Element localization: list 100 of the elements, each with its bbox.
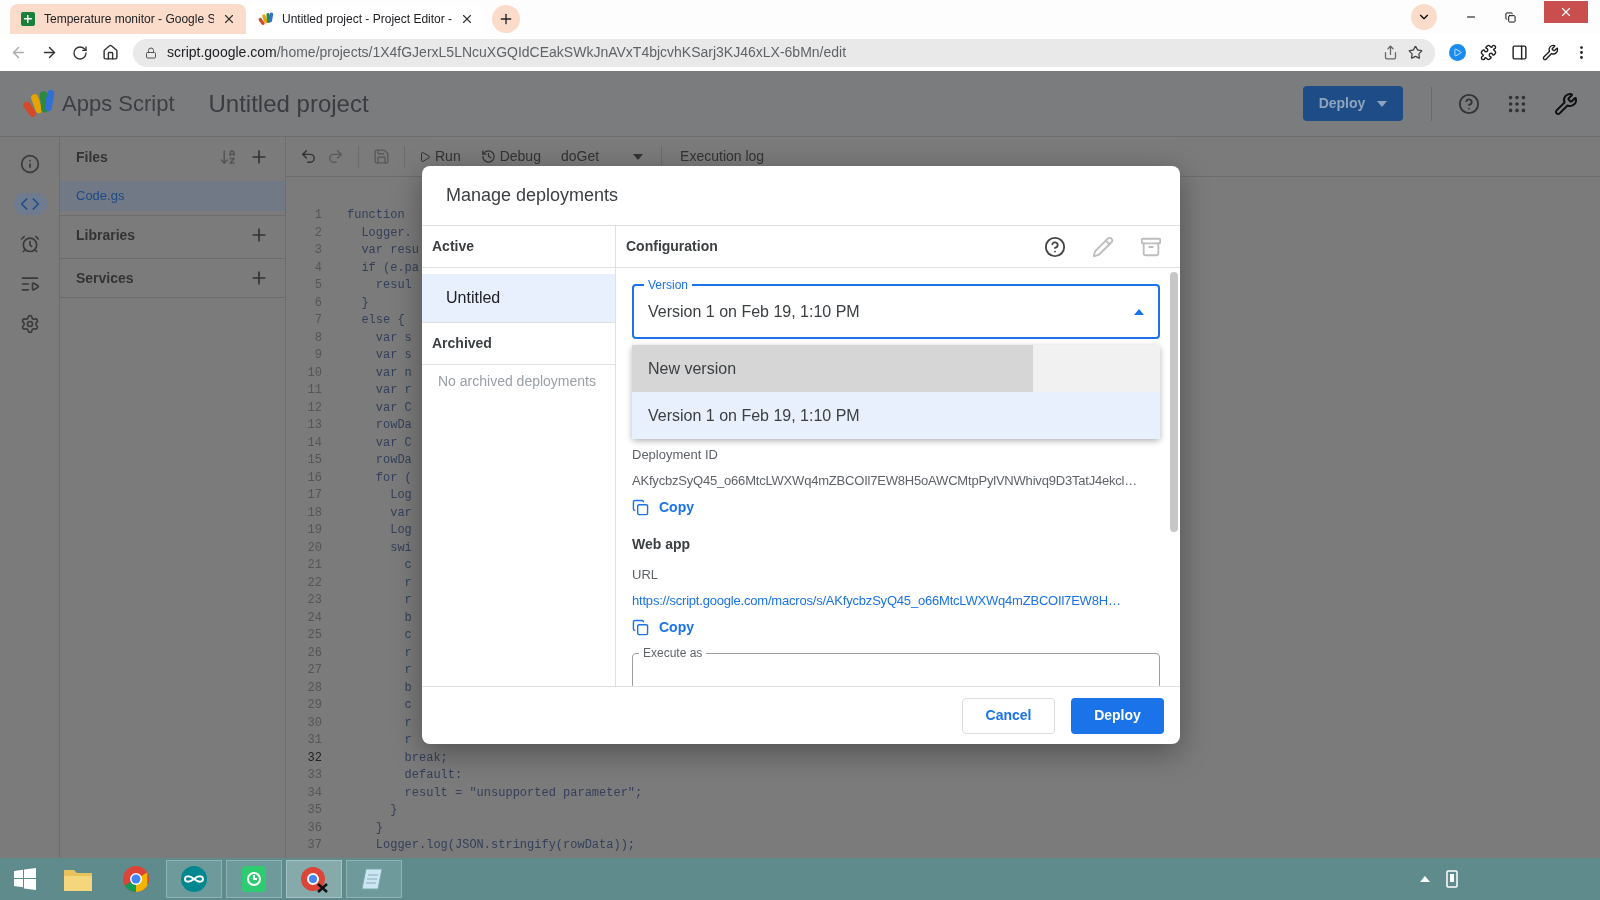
code-line: function [347,207,405,224]
close-window-button[interactable] [1544,1,1588,23]
caret-up-icon[interactable] [1420,876,1430,882]
section-title: Web app [632,535,692,553]
extension-icon[interactable] [1449,44,1466,61]
deployment-item[interactable]: Untitled [422,274,615,323]
debug-button[interactable]: Debug [480,146,541,167]
execution-log-button[interactable]: Execution log [680,146,765,167]
device-icon[interactable] [1444,870,1460,888]
code-line: Log [389,522,412,539]
caret-icon [1377,100,1388,107]
tab-search-button[interactable] [1411,4,1437,30]
copy-button[interactable]: Copy [632,617,694,637]
play-icon [1453,48,1462,57]
copy-icon [632,498,649,516]
reload-icon[interactable] [72,44,88,61]
code-line: else { [360,312,405,329]
code-line: } [360,294,369,312]
code-line: break; [403,749,448,767]
help-icon[interactable] [1044,235,1066,258]
spreadsheet-icon [20,11,36,27]
debug-icon [480,149,496,164]
side-panel-icon[interactable] [1511,44,1528,61]
back-icon[interactable] [10,44,27,61]
section-title: Libraries [76,225,137,245]
close-icon [1559,5,1573,19]
code-line: } [389,802,398,819]
puzzle-icon[interactable] [1480,44,1497,61]
caret-up-icon [1134,308,1144,315]
scrollbar-thumb[interactable] [1170,272,1178,532]
info-icon[interactable] [19,154,40,174]
clock-app-icon[interactable] [241,865,267,893]
execute-as-field[interactable]: Execute as [632,645,1160,686]
copy-icon [632,618,649,636]
browser-tab[interactable]: Temperature monitor - Google S [10,4,246,34]
web-app-link[interactable]: https://script.google.com/macros/s/AKfycbzSyQ45_o66MtcLWXWq4mZBCOIl7EW8H… [632,593,1160,609]
share-icon[interactable] [1383,45,1398,60]
code-line: for ( [374,469,412,487]
project-title[interactable]: Untitled project [208,85,369,122]
field-label: Execute as [642,645,704,661]
code-line: var s [374,347,412,364]
code-line: c [403,697,412,714]
windows-logo-icon[interactable] [13,867,37,891]
empty-message: No archived deployments [437,372,597,391]
address-bar[interactable]: script.google.com/home/projects/1X4fGJerxL5LNcuXGQIdCEakSWkJnAVxT4bjcvhKSarj3KJ46xLX-6bMn/edit [133,38,1435,67]
code-line: b [403,609,412,627]
close-icon[interactable] [222,12,236,26]
column-heading: Configuration [626,237,719,256]
dropdown-option[interactable]: Version 1 on Feb 19, 1:10 PM [632,392,1160,439]
star-icon[interactable] [1408,45,1423,60]
code-line: resul [374,277,412,294]
code-line: Logger.log(JSON.stringify(rowData)); [374,837,636,854]
chrome-icon[interactable] [299,865,329,893]
play-icon [419,150,431,163]
new-tab-button[interactable] [492,5,520,33]
deployment-id: AKfycbzSyQ45_o66MtcLWXWq4mZBCOIl7EW8H5oAWCMtpPylVNWhivq9D3TatJ4ekcl… [632,473,1139,489]
close-icon[interactable] [460,12,474,26]
code-line: var C [374,434,412,452]
restore-icon[interactable] [1505,11,1516,23]
dialog-title: Manage deployments [446,184,619,207]
deploy-button[interactable]: Deploy [1071,697,1164,734]
caret-icon [633,153,644,160]
sort-icon[interactable] [219,148,237,166]
forward-icon[interactable] [41,44,58,61]
copy-button[interactable]: Copy [632,497,694,517]
code-line: var [389,504,412,522]
code-line: var s [374,329,412,347]
tab-title: Temperature monitor - Google S [44,11,214,28]
cancel-button[interactable]: Cancel [962,697,1055,734]
infinity-logo-icon[interactable] [180,865,208,893]
home-icon[interactable] [102,44,119,61]
alarm-clock-icon[interactable] [19,234,40,254]
wrench-icon[interactable] [1542,44,1559,61]
code-line: if (e.pa [360,259,419,277]
dropdown-option[interactable]: New version [632,345,1160,392]
code-line: rowDa [374,417,412,434]
run-button[interactable]: Run [419,146,461,167]
code-line: var r [374,382,412,399]
column-heading: Active [432,237,475,256]
undo-icon[interactable] [300,148,317,165]
tab-title: Untitled project - Project Editor - [282,11,452,28]
code-line: b [403,679,412,697]
code-line: r [403,714,412,732]
deploy-button[interactable]: Deploy [1303,86,1403,121]
list-icon[interactable] [19,274,40,294]
panel-title: Files [76,147,109,167]
apps-script-logo-icon [258,11,274,27]
code-line: r [403,574,412,592]
settings-icon[interactable] [19,314,40,334]
code-line: r [403,644,412,662]
app-name: Apps Script [62,90,175,118]
code-line: r [403,592,412,609]
function-select[interactable]: doGet [560,146,644,167]
section-title: Services [76,268,135,288]
line-number: 32 [306,749,322,767]
code-line: var C [374,399,412,417]
url-text: script.google.com/home/projects/1X4fGJerxL5LNcuXGQIdCEakSWkJnAVxT4bjcvhKSarj3KJ46xLX-6bMn/edit [167,43,848,62]
code-line: rowDa [374,452,412,469]
code-line: default: [403,767,463,784]
code-line: Log [389,487,412,504]
